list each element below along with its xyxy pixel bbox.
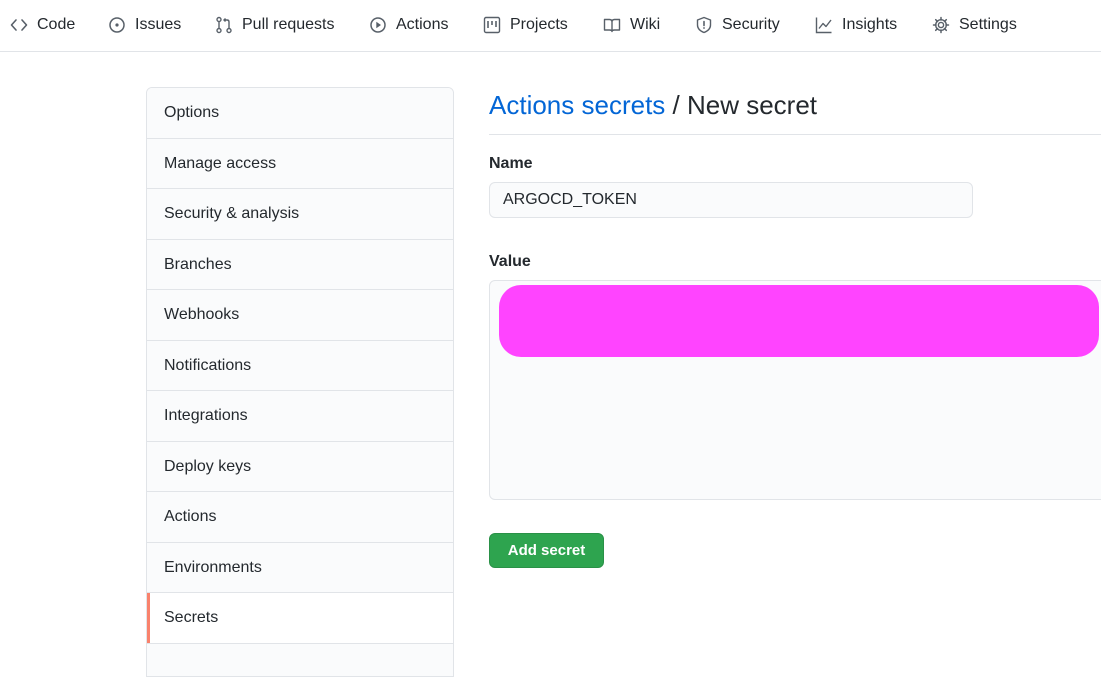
issue-opened-icon <box>108 16 126 34</box>
sidebar-item-label: Environments <box>164 558 262 576</box>
nav-tab-pull-requests[interactable]: Pull requests <box>215 0 335 50</box>
code-icon <box>10 16 28 34</box>
book-icon <box>603 16 621 34</box>
page-title: Actions secrets / New secret <box>489 90 817 121</box>
sidebar-item-label: Webhooks <box>164 306 240 323</box>
gear-icon <box>932 16 950 34</box>
sidebar-item-options[interactable]: Options <box>147 88 453 139</box>
nav-tab-label: Settings <box>959 16 1017 33</box>
nav-tab-projects[interactable]: Projects <box>483 0 568 50</box>
nav-tab-label: Insights <box>842 16 898 33</box>
sidebar-item-label: Deploy keys <box>164 457 252 475</box>
nav-tab-label: Security <box>722 16 780 33</box>
sidebar-item-label: Security & analysis <box>164 205 300 222</box>
sidebar-item-deploy-keys[interactable]: Deploy keys <box>147 442 453 492</box>
name-label: Name <box>489 155 533 172</box>
nav-tab-issues[interactable]: Issues <box>108 0 181 50</box>
repo-nav: Code Issues Pull requests Actions Projec… <box>0 0 1101 52</box>
nav-tab-security[interactable]: Security <box>695 0 780 50</box>
breadcrumb-separator: / <box>665 90 687 120</box>
add-secret-button[interactable]: Add secret <box>489 533 604 568</box>
sidebar-item-integrations[interactable]: Integrations <box>147 391 453 442</box>
sidebar-item-label: Manage access <box>164 154 277 172</box>
sidebar-item-security-analysis[interactable]: Security & analysis <box>147 189 453 240</box>
nav-tab-label: Code <box>37 16 76 33</box>
play-icon <box>369 16 387 34</box>
nav-tab-label: Issues <box>135 16 182 33</box>
git-pull-request-icon <box>215 16 233 34</box>
sidebar-item-label: Secrets <box>164 609 219 626</box>
graph-icon <box>815 16 833 34</box>
nav-tab-insights[interactable]: Insights <box>815 0 897 50</box>
project-icon <box>483 16 501 34</box>
nav-tab-label: Pull requests <box>242 16 335 33</box>
sidebar-item-actions[interactable]: Actions <box>147 492 453 543</box>
nav-tab-code[interactable]: Code <box>10 0 75 50</box>
title-divider <box>489 134 1101 135</box>
sidebar-item-label: Actions <box>164 508 217 525</box>
value-label: Value <box>489 253 531 270</box>
nav-tab-settings[interactable]: Settings <box>932 0 1017 50</box>
settings-sidebar: Options Manage access Security & analysi… <box>146 87 454 677</box>
sidebar-item-notifications[interactable]: Notifications <box>147 341 453 391</box>
nav-tab-label: Wiki <box>630 16 661 33</box>
secret-name-input[interactable] <box>489 182 973 218</box>
nav-tab-wiki[interactable]: Wiki <box>603 0 660 50</box>
sidebar-item-label: Options <box>164 104 220 121</box>
redaction-overlay <box>499 285 1099 357</box>
sidebar-item-environments[interactable]: Environments <box>147 543 453 593</box>
page-title-text: New secret <box>686 90 818 120</box>
sidebar-item-next[interactable] <box>147 644 453 676</box>
sidebar-item-webhooks[interactable]: Webhooks <box>147 290 453 341</box>
sidebar-item-manage-access[interactable]: Manage access <box>147 139 453 189</box>
shield-icon <box>695 16 713 34</box>
sidebar-item-branches[interactable]: Branches <box>147 240 453 290</box>
sidebar-item-label: Notifications <box>164 356 252 374</box>
sidebar-item-secrets[interactable]: Secrets <box>147 593 453 644</box>
nav-tab-label: Projects <box>510 16 568 33</box>
nav-tab-actions[interactable]: Actions <box>369 0 448 50</box>
sidebar-item-label: Branches <box>164 255 232 273</box>
sidebar-item-label: Integrations <box>164 407 248 424</box>
breadcrumb-actions-secrets-link[interactable]: Actions secrets <box>489 90 665 120</box>
nav-tab-label: Actions <box>396 16 449 33</box>
